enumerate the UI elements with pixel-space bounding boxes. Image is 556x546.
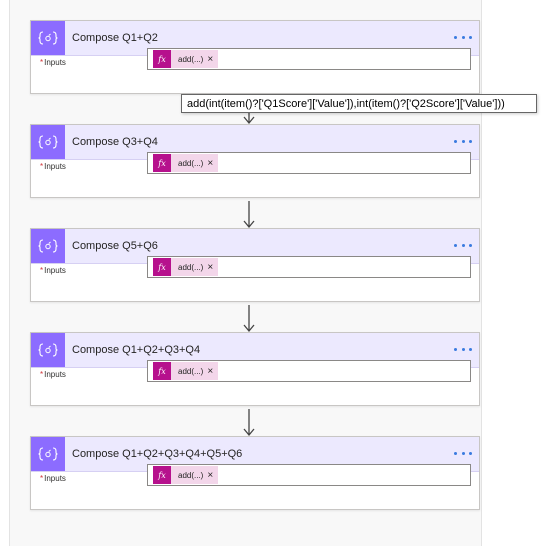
inputs-label-text: Inputs — [44, 266, 66, 275]
expression-token[interactable]: fx add(...) × — [153, 258, 219, 276]
inputs-label: *Inputs — [40, 472, 66, 486]
required-marker: * — [40, 474, 44, 483]
more-options-icon[interactable] — [454, 135, 472, 147]
inputs-label: *Inputs — [40, 264, 66, 278]
card-title[interactable]: Compose Q1+Q2 — [72, 21, 158, 55]
inputs-field[interactable]: fx add(...) × — [147, 48, 471, 70]
remove-token-icon[interactable]: × — [207, 366, 218, 377]
more-options-icon[interactable] — [454, 447, 472, 459]
inputs-label-text: Inputs — [44, 162, 66, 171]
inputs-label-text: Inputs — [44, 370, 66, 379]
compose-braces-icon — [31, 437, 65, 471]
required-marker: * — [40, 370, 44, 379]
fx-expression-icon: fx — [153, 258, 171, 276]
inputs-label: *Inputs — [40, 368, 66, 382]
compose-action-card[interactable]: Compose Q1+Q2 *Inputs fx add(...) × — [30, 20, 480, 94]
flow-designer-canvas: Compose Q1+Q2 *Inputs fx add(...) × Comp… — [9, 0, 482, 546]
expression-token[interactable]: fx add(...) × — [153, 466, 219, 484]
fx-expression-icon: fx — [153, 466, 171, 484]
compose-braces-icon — [31, 229, 65, 263]
compose-action-card[interactable]: Compose Q1+Q2+Q3+Q4 *Inputs fx add(...) … — [30, 332, 480, 406]
compose-braces-icon — [31, 333, 65, 367]
remove-token-icon[interactable]: × — [207, 158, 218, 169]
required-marker: * — [40, 266, 44, 275]
inputs-field[interactable]: fx add(...) × — [147, 256, 471, 278]
more-options-icon[interactable] — [454, 31, 472, 43]
remove-token-icon[interactable]: × — [207, 54, 218, 65]
fx-expression-icon: fx — [153, 362, 171, 380]
inputs-field[interactable]: fx add(...) × — [147, 464, 471, 486]
token-label: add(...) — [178, 262, 204, 272]
inputs-field[interactable]: fx add(...) × — [147, 152, 471, 174]
fx-expression-icon: fx — [153, 50, 171, 68]
token-label: add(...) — [178, 54, 204, 64]
remove-token-icon[interactable]: × — [207, 470, 218, 481]
inputs-label-text: Inputs — [44, 474, 66, 483]
arrow-down-icon — [243, 305, 255, 333]
more-options-icon[interactable] — [454, 343, 472, 355]
card-title[interactable]: Compose Q5+Q6 — [72, 229, 158, 263]
expression-token[interactable]: fx add(...) × — [153, 362, 219, 380]
required-marker: * — [40, 162, 44, 171]
compose-action-card[interactable]: Compose Q1+Q2+Q3+Q4+Q5+Q6 *Inputs fx add… — [30, 436, 480, 510]
inputs-label: *Inputs — [40, 160, 66, 174]
more-options-icon[interactable] — [454, 239, 472, 251]
token-label: add(...) — [178, 366, 204, 376]
compose-action-card[interactable]: Compose Q5+Q6 *Inputs fx add(...) × — [30, 228, 480, 302]
inputs-label: *Inputs — [40, 56, 66, 70]
token-label: add(...) — [178, 158, 204, 168]
arrow-down-icon — [243, 409, 255, 437]
inputs-field[interactable]: fx add(...) × — [147, 360, 471, 382]
expression-token[interactable]: fx add(...) × — [153, 50, 219, 68]
compose-braces-icon — [31, 21, 65, 55]
expression-tooltip: add(int(item()?['Q1Score']['Value']),int… — [181, 94, 537, 113]
arrow-down-icon — [243, 201, 255, 229]
token-label: add(...) — [178, 470, 204, 480]
inputs-label-text: Inputs — [44, 58, 66, 67]
expression-token[interactable]: fx add(...) × — [153, 154, 219, 172]
fx-expression-icon: fx — [153, 154, 171, 172]
compose-braces-icon — [31, 125, 65, 159]
compose-action-card[interactable]: Compose Q3+Q4 *Inputs fx add(...) × — [30, 124, 480, 198]
card-title[interactable]: Compose Q3+Q4 — [72, 125, 158, 159]
required-marker: * — [40, 58, 44, 67]
remove-token-icon[interactable]: × — [207, 262, 218, 273]
